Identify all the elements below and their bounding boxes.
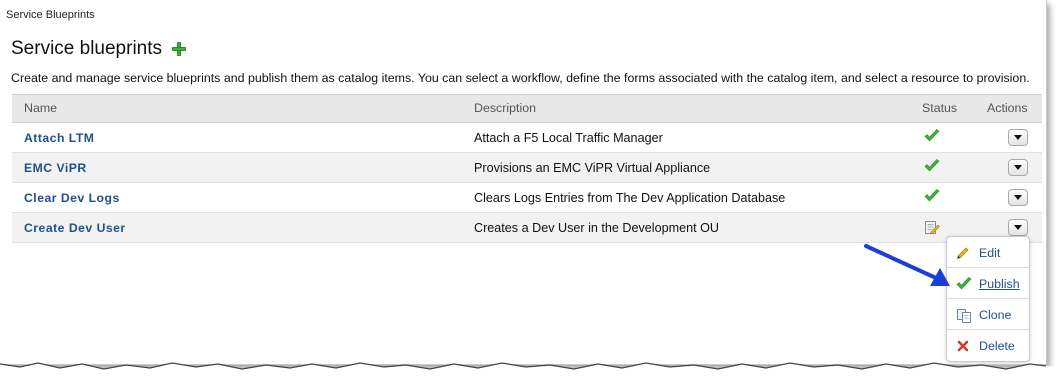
table-header: Name Description Status Actions bbox=[12, 94, 1042, 123]
menu-item-clone[interactable]: Clone bbox=[947, 299, 1029, 329]
menu-item-label: Publish bbox=[979, 277, 1020, 291]
blueprint-description: Clears Logs Entries from The Dev Applica… bbox=[474, 191, 786, 205]
blueprint-name-link[interactable]: Clear Dev Logs bbox=[24, 191, 120, 205]
torn-edge-decoration bbox=[0, 362, 1056, 378]
blueprints-table: Name Description Status Actions Attach L… bbox=[12, 94, 1042, 243]
row-actions-dropdown-button[interactable] bbox=[1008, 219, 1028, 236]
row-actions-dropdown-button[interactable] bbox=[1008, 159, 1028, 176]
page-header: Service blueprints bbox=[11, 37, 187, 61]
blueprint-description: Creates a Dev User in the Development OU bbox=[474, 221, 719, 235]
table-row: Create Dev User Creates a Dev User in th… bbox=[12, 213, 1042, 243]
blueprint-name-link[interactable]: Create Dev User bbox=[24, 221, 126, 235]
menu-item-label: Clone bbox=[979, 308, 1012, 322]
published-check-icon bbox=[924, 189, 942, 207]
page-description: Create and manage service blueprints and… bbox=[11, 71, 1030, 85]
copy-icon bbox=[956, 308, 972, 324]
menu-item-label: Edit bbox=[979, 246, 1001, 260]
row-actions-dropdown-button[interactable] bbox=[1008, 189, 1028, 206]
table-row: EMC ViPR Provisions an EMC ViPR Virtual … bbox=[12, 153, 1042, 183]
row-actions-dropdown-button[interactable] bbox=[1008, 129, 1028, 146]
blueprint-description: Attach a F5 Local Traffic Manager bbox=[474, 131, 663, 145]
window-title: Service Blueprints bbox=[6, 9, 95, 21]
blueprint-name-link[interactable]: Attach LTM bbox=[24, 131, 94, 145]
add-blueprint-plus-icon[interactable] bbox=[172, 42, 187, 56]
page-title: Service blueprints bbox=[11, 38, 163, 59]
blueprint-name-link[interactable]: EMC ViPR bbox=[24, 161, 87, 175]
table-row: Clear Dev Logs Clears Logs Entries from … bbox=[12, 183, 1042, 213]
blueprint-description: Provisions an EMC ViPR Virtual Appliance bbox=[474, 161, 711, 175]
service-blueprints-window: Service Blueprints Service blueprints Cr… bbox=[0, 0, 1047, 365]
table-row: Attach LTM Attach a F5 Local Traffic Man… bbox=[12, 123, 1042, 153]
published-check-icon bbox=[924, 129, 942, 147]
column-header-name[interactable]: Name bbox=[24, 101, 57, 115]
column-header-description[interactable]: Description bbox=[474, 101, 536, 115]
delete-x-icon bbox=[956, 339, 972, 355]
column-header-status[interactable]: Status bbox=[922, 101, 957, 115]
menu-item-delete[interactable]: Delete bbox=[947, 330, 1029, 360]
draft-edit-icon bbox=[924, 219, 942, 237]
published-check-icon bbox=[924, 159, 942, 177]
column-header-actions: Actions bbox=[987, 101, 1028, 115]
callout-arrow-icon bbox=[864, 244, 950, 286]
menu-item-label: Delete bbox=[979, 339, 1015, 353]
